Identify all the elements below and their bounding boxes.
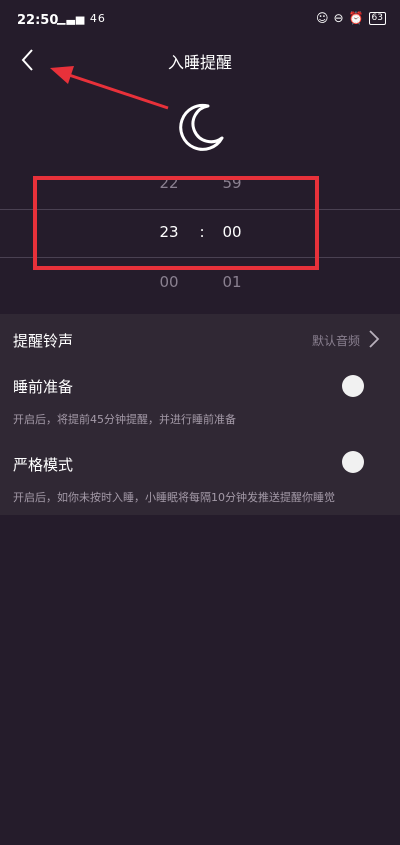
page-title: 入睡提醒 — [167, 53, 232, 72]
sync-icon: ⊖ — [333, 11, 344, 25]
strict-mode-label: 严格模式 — [13, 456, 74, 474]
ringtone-value[interactable]: 默认音频 — [312, 332, 360, 349]
status-icons: ☺ ⊖ ⏰ 63 — [316, 11, 386, 25]
status-time: 22:50 — [17, 13, 59, 28]
strict-mode-toggle[interactable] — [342, 451, 364, 473]
hour-option-next[interactable]: 00 — [139, 273, 199, 291]
minute-option-next[interactable]: 01 — [202, 273, 262, 291]
bedtime-prep-label: 睡前准备 — [13, 378, 74, 396]
bedtime-prep-desc: 开启后，将提前45分钟提醒，并进行睡前准备 — [13, 413, 236, 426]
ringtone-label[interactable]: 提醒铃声 — [13, 330, 73, 351]
battery-icon: 63 — [368, 11, 386, 25]
signal-icon: ▁▃▅ 46 — [57, 12, 106, 25]
notification-icon: ☺ — [316, 11, 329, 25]
highlight-box — [33, 176, 319, 270]
moon-icon — [179, 103, 224, 151]
settings-panel: 提醒铃声 默认音频 睡前准备 开启后，将提前45分钟提醒，并进行睡前准备 严格模… — [0, 314, 400, 515]
strict-mode-desc: 开启后，如你未按时入睡，小睡眠将每隔10分钟发推送提醒你睡觉 — [13, 491, 335, 504]
header: 入睡提醒 — [0, 40, 400, 80]
bedtime-prep-toggle[interactable] — [342, 375, 364, 397]
alarm-icon: ⏰ — [348, 11, 364, 25]
status-bar: 22:50 ▁▃▅ 46 ☺ ⊖ ⏰ 63 — [0, 0, 400, 40]
chevron-right-icon[interactable] — [366, 329, 382, 349]
